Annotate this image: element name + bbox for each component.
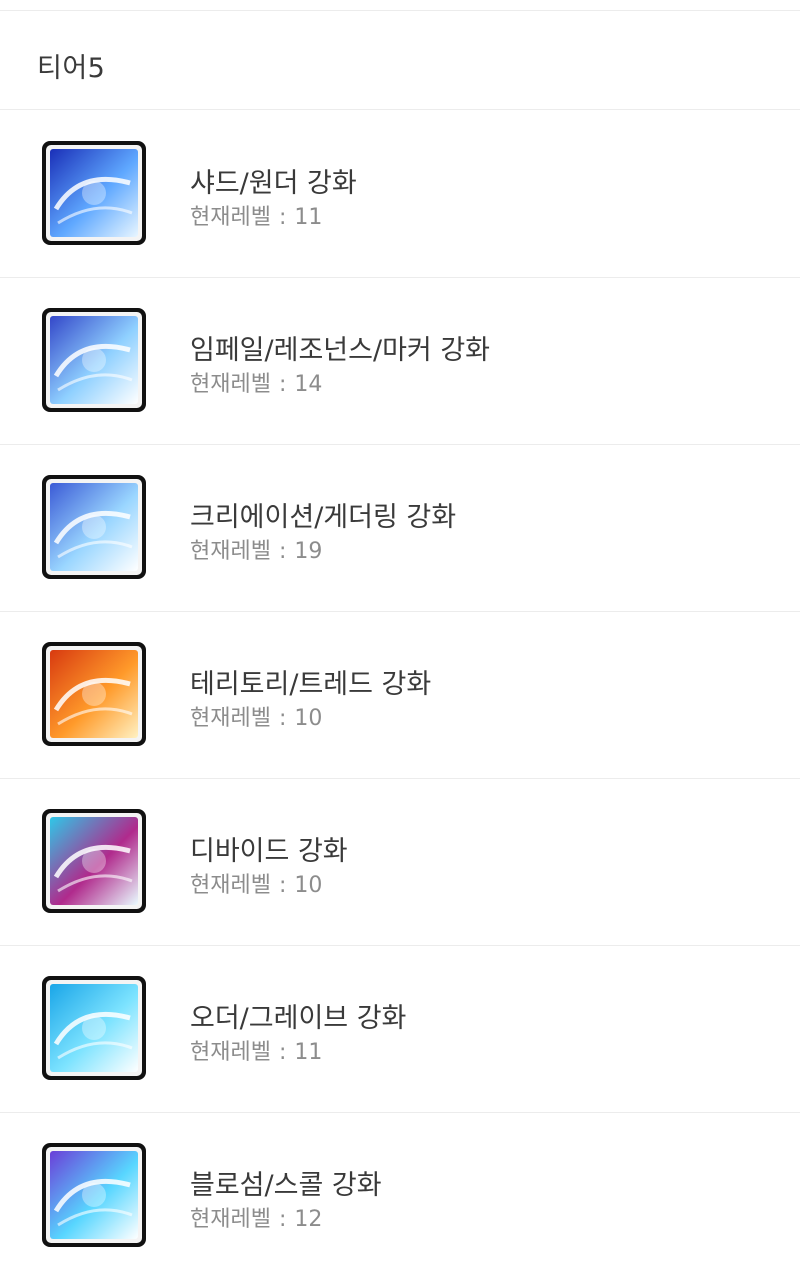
skill-name: 샤드/원더 강화	[190, 168, 357, 199]
level-value: 11	[294, 1040, 323, 1065]
skill-name: 테리토리/트레드 강화	[190, 669, 432, 700]
skill-level: 현재레벨:12	[190, 1201, 322, 1233]
skill-row[interactable]: 샤드/원더 강화 현재레벨:11	[0, 111, 800, 278]
level-value: 12	[294, 1207, 323, 1232]
level-value: 10	[294, 706, 323, 731]
skill-row[interactable]: 크리에이션/게더링 강화 현재레벨:19	[0, 445, 800, 612]
skill-level: 현재레벨:10	[190, 700, 322, 732]
level-label: 현재레벨	[190, 1040, 271, 1065]
skill-level: 현재레벨:11	[190, 199, 322, 231]
section-title: 티어5	[37, 53, 106, 84]
level-separator: :	[278, 372, 287, 397]
level-separator: :	[278, 1040, 287, 1065]
divide-skill-icon	[40, 807, 148, 915]
level-label: 현재레벨	[190, 372, 271, 397]
level-separator: :	[278, 706, 287, 731]
territory-tread-skill-icon	[40, 640, 148, 748]
skill-name: 임페일/레조넌스/마커 강화	[190, 335, 491, 366]
level-label: 현재레벨	[190, 873, 271, 898]
creation-gathering-skill-icon	[40, 473, 148, 581]
level-label: 현재레벨	[190, 205, 271, 230]
level-value: 14	[294, 372, 323, 397]
level-label: 현재레벨	[190, 1207, 271, 1232]
skill-row[interactable]: 디바이드 강화 현재레벨:10	[0, 779, 800, 946]
skill-name: 블로섬/스콜 강화	[190, 1170, 382, 1201]
skill-row[interactable]: 오더/그레이브 강화 현재레벨:11	[0, 946, 800, 1113]
impale-resonance-marker-skill-icon	[40, 306, 148, 414]
blossom-scool-skill-icon	[40, 1141, 148, 1249]
level-separator: :	[278, 539, 287, 564]
level-label: 현재레벨	[190, 539, 271, 564]
skill-row[interactable]: 블로섬/스콜 강화 현재레벨:12	[0, 1113, 800, 1267]
level-separator: :	[278, 205, 287, 230]
skill-name: 디바이드 강화	[190, 836, 348, 867]
shard-wonder-skill-icon	[40, 139, 148, 247]
order-grave-skill-icon	[40, 974, 148, 1082]
level-value: 11	[294, 205, 323, 230]
skill-level: 현재레벨:19	[190, 533, 322, 565]
page: 티어5 샤드/원더 강화 현재레벨:11 임페일/레조넌스/마커 강화 현재레벨:14…	[0, 0, 800, 1267]
level-label: 현재레벨	[190, 706, 271, 731]
skill-level: 현재레벨:11	[190, 1034, 322, 1066]
level-value: 10	[294, 873, 323, 898]
skill-row[interactable]: 테리토리/트레드 강화 현재레벨:10	[0, 612, 800, 779]
skill-level: 현재레벨:10	[190, 867, 322, 899]
level-value: 19	[294, 539, 323, 564]
skill-name: 오더/그레이브 강화	[190, 1003, 407, 1034]
skill-name: 크리에이션/게더링 강화	[190, 502, 457, 533]
skill-level: 현재레벨:14	[190, 366, 322, 398]
skill-row[interactable]: 임페일/레조넌스/마커 강화 현재레벨:14	[0, 278, 800, 445]
level-separator: :	[278, 1207, 287, 1232]
section-header: 티어5	[0, 11, 800, 110]
level-separator: :	[278, 873, 287, 898]
